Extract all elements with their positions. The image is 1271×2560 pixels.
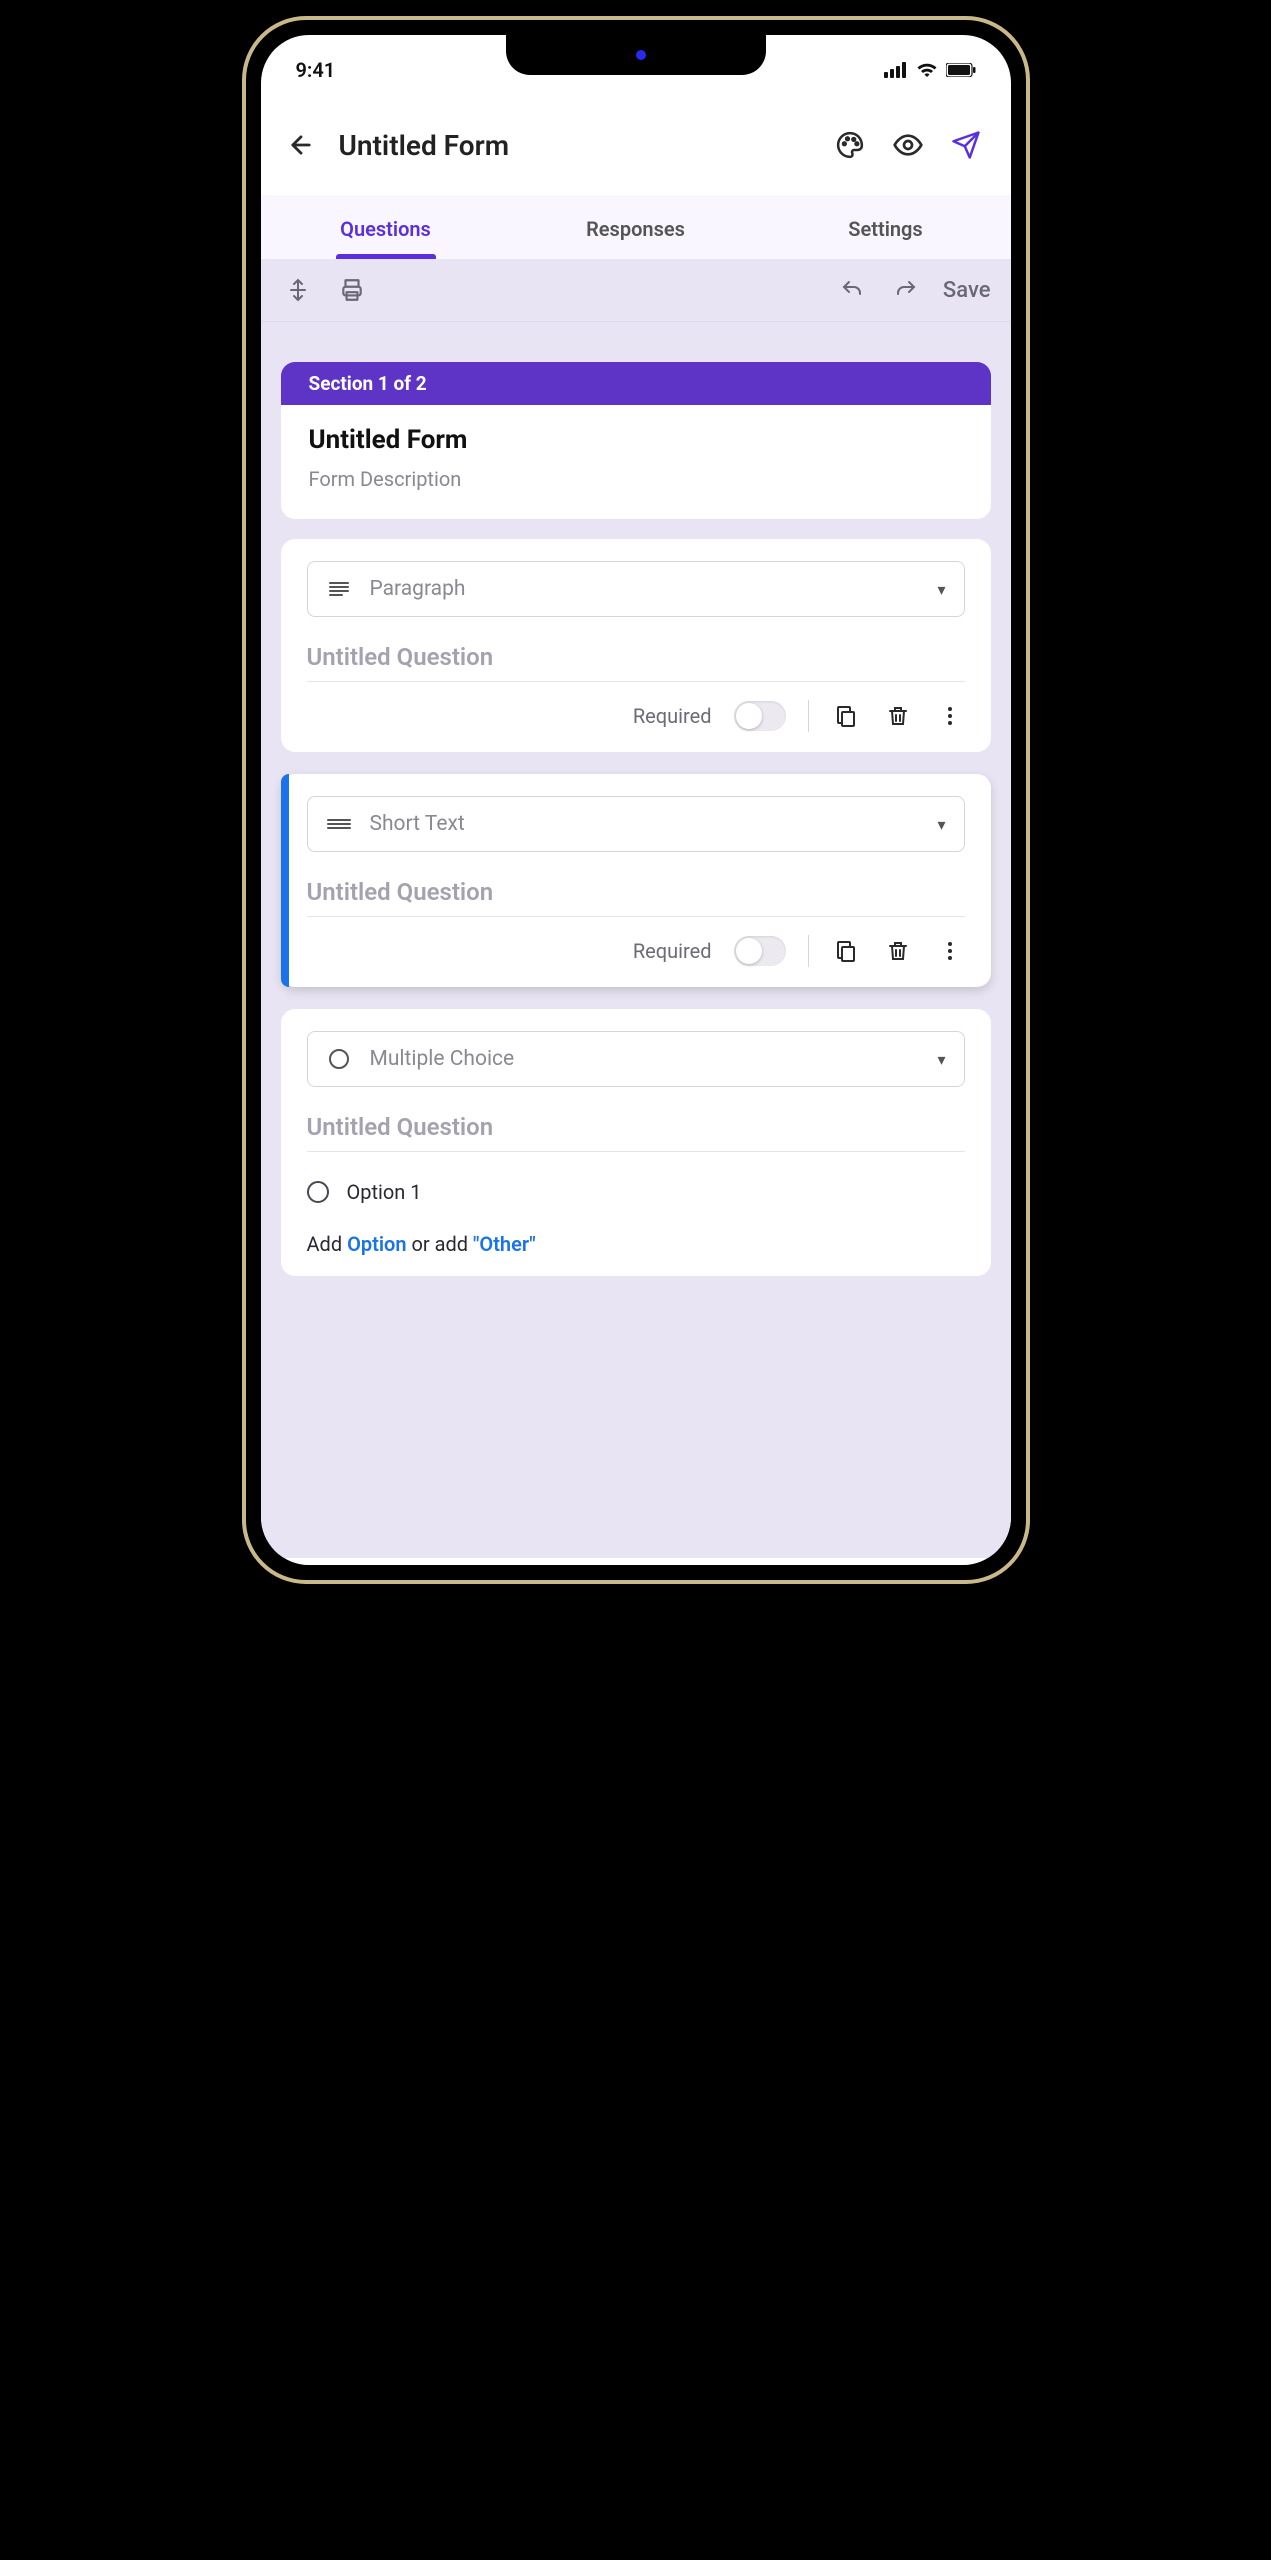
header: Untitled Form bbox=[261, 95, 1011, 195]
phone-frame: 9:41 Untitled Form Ques bbox=[246, 20, 1026, 1580]
question-type-select[interactable]: Short Text bbox=[307, 796, 965, 852]
arrow-left-icon bbox=[287, 131, 315, 159]
copy-icon bbox=[834, 939, 858, 963]
add-option-row: Add Option or add "Other" bbox=[307, 1214, 965, 1256]
divider bbox=[808, 700, 809, 732]
send-icon bbox=[951, 130, 981, 160]
option-row[interactable]: Option 1 bbox=[307, 1170, 965, 1214]
tab-questions[interactable]: Questions bbox=[261, 195, 511, 259]
radio-icon bbox=[326, 1046, 352, 1072]
battery-icon bbox=[946, 63, 976, 77]
add-mid: or add bbox=[407, 1232, 474, 1256]
tab-settings[interactable]: Settings bbox=[761, 195, 1011, 259]
section-label: Section 1 of 2 bbox=[281, 362, 991, 405]
tabs: Questions Responses Settings bbox=[261, 195, 1011, 259]
status-time: 9:41 bbox=[296, 58, 336, 82]
more-vertical-icon bbox=[938, 704, 962, 728]
divider bbox=[808, 935, 809, 967]
short-text-icon bbox=[326, 811, 352, 837]
question-title[interactable]: Untitled Question bbox=[307, 643, 965, 682]
expand-button[interactable] bbox=[281, 273, 315, 307]
print-icon bbox=[339, 277, 365, 303]
required-toggle[interactable] bbox=[734, 701, 786, 731]
save-button[interactable]: Save bbox=[943, 278, 991, 303]
cellular-icon bbox=[884, 62, 908, 78]
back-button[interactable] bbox=[281, 125, 321, 165]
question-type-label: Multiple Choice bbox=[370, 1047, 946, 1071]
option-label[interactable]: Option 1 bbox=[347, 1180, 422, 1204]
page-title: Untitled Form bbox=[339, 129, 812, 162]
trash-icon bbox=[886, 704, 910, 728]
required-toggle[interactable] bbox=[734, 936, 786, 966]
status-icons bbox=[884, 62, 976, 78]
add-other-link[interactable]: "Other" bbox=[473, 1232, 536, 1256]
redo-icon bbox=[894, 278, 918, 302]
question-card[interactable]: Paragraph Untitled Question Required bbox=[281, 539, 991, 752]
delete-button[interactable] bbox=[883, 701, 913, 731]
undo-icon bbox=[840, 278, 864, 302]
question-card[interactable]: Short Text Untitled Question Required bbox=[281, 774, 991, 987]
question-type-label: Paragraph bbox=[370, 577, 946, 601]
wifi-icon bbox=[916, 62, 938, 78]
expand-vertical-icon bbox=[286, 278, 310, 302]
required-label: Required bbox=[633, 939, 712, 963]
question-card[interactable]: Multiple Choice Untitled Question Option… bbox=[281, 1009, 991, 1276]
theme-button[interactable] bbox=[830, 125, 870, 165]
tab-responses[interactable]: Responses bbox=[511, 195, 761, 259]
eye-icon bbox=[892, 129, 924, 161]
palette-icon bbox=[835, 130, 865, 160]
question-footer: Required bbox=[307, 935, 965, 967]
undo-button[interactable] bbox=[835, 273, 869, 307]
question-title[interactable]: Untitled Question bbox=[307, 878, 965, 917]
question-type-label: Short Text bbox=[370, 812, 946, 836]
screen: 9:41 Untitled Form Ques bbox=[261, 35, 1011, 1565]
copy-icon bbox=[834, 704, 858, 728]
required-label: Required bbox=[633, 704, 712, 728]
editor-toolbar: Save bbox=[261, 259, 1011, 322]
question-title[interactable]: Untitled Question bbox=[307, 1113, 965, 1152]
title-card[interactable]: Untitled Form Form Description bbox=[281, 405, 991, 519]
more-button[interactable] bbox=[935, 936, 965, 966]
add-option-link[interactable]: Option bbox=[347, 1232, 406, 1256]
paragraph-icon bbox=[326, 576, 352, 602]
form-description[interactable]: Form Description bbox=[309, 467, 963, 491]
print-button[interactable] bbox=[335, 273, 369, 307]
send-button[interactable] bbox=[946, 125, 986, 165]
notch bbox=[506, 35, 766, 75]
preview-button[interactable] bbox=[888, 125, 928, 165]
question-type-select[interactable]: Paragraph bbox=[307, 561, 965, 617]
add-text: Add bbox=[307, 1232, 348, 1256]
form-canvas: Section 1 of 2 Untitled Form Form Descri… bbox=[261, 322, 1011, 1558]
more-vertical-icon bbox=[938, 939, 962, 963]
form-title[interactable]: Untitled Form bbox=[309, 425, 963, 455]
delete-button[interactable] bbox=[883, 936, 913, 966]
more-button[interactable] bbox=[935, 701, 965, 731]
question-footer: Required bbox=[307, 700, 965, 732]
duplicate-button[interactable] bbox=[831, 701, 861, 731]
redo-button[interactable] bbox=[889, 273, 923, 307]
duplicate-button[interactable] bbox=[831, 936, 861, 966]
question-type-select[interactable]: Multiple Choice bbox=[307, 1031, 965, 1087]
trash-icon bbox=[886, 939, 910, 963]
radio-circle-icon bbox=[307, 1181, 329, 1203]
